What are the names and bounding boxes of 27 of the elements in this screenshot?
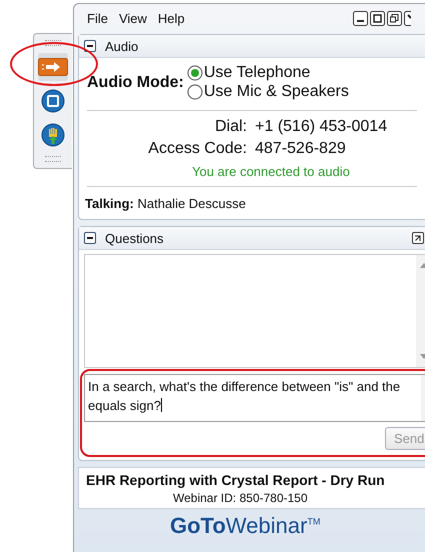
connection-status: You are connected to audio — [192, 163, 351, 181]
menu-item[interactable]: File — [87, 10, 108, 26]
menu-item[interactable]: Help — [158, 10, 185, 26]
menu-item[interactable]: View — [118, 10, 147, 26]
webinar-id: Webinar ID: 850-780-150 — [172, 491, 309, 505]
close-icon[interactable] — [404, 10, 411, 26]
radio-button[interactable] — [186, 84, 203, 100]
audio-mode-label: Audio Mode: — [87, 74, 184, 92]
panel-title: Questions — [105, 230, 164, 246]
access-code: 487-526-829 — [255, 139, 346, 159]
webinar-title: EHR Reporting with Crystal Report - Dry Run — [85, 472, 386, 488]
radio-label[interactable]: Use Telephone — [204, 64, 310, 82]
collapse-icon[interactable] — [84, 40, 96, 52]
access-code-label: Access Code: — [147, 139, 247, 159]
popout-icon[interactable] — [412, 232, 424, 244]
question-field[interactable]: In a search, what's the difference between "is" and the equals sign? — [84, 374, 425, 422]
dial-label: Dial: — [214, 117, 247, 137]
panel-title: Audio — [105, 38, 138, 54]
radio-label[interactable]: Use Mic & Speakers — [204, 83, 349, 101]
maximize-icon[interactable] — [370, 10, 385, 26]
minimize-icon[interactable] — [353, 10, 368, 26]
phone-number: +1 (516) 453-0014 — [255, 117, 388, 137]
restore-icon[interactable] — [387, 10, 402, 26]
collapse-icon[interactable] — [84, 232, 96, 244]
logo: GoToWebinar$^{TM}$ — [169, 512, 322, 539]
radio-button[interactable] — [186, 65, 203, 81]
talking-text: Talking: Nathalie Descusse — [84, 195, 247, 213]
